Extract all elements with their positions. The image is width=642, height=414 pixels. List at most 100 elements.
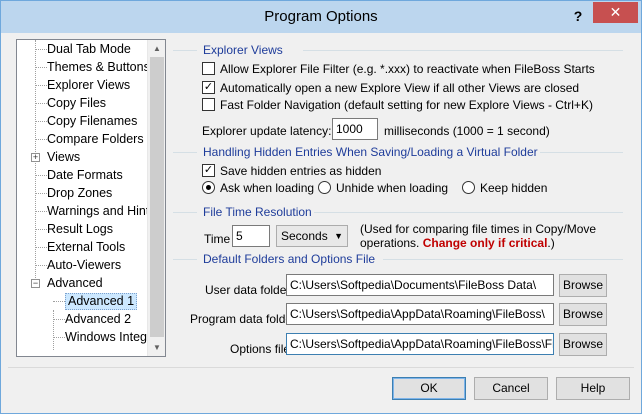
section-default-folders: Default Folders and Options File xyxy=(173,252,623,266)
tree-connector xyxy=(35,193,47,194)
window-title: Program Options xyxy=(264,8,378,25)
unhide-loading-radio[interactable] xyxy=(318,181,331,194)
tree-connector xyxy=(53,310,54,350)
fast-nav-label[interactable]: Fast Folder Navigation (default setting … xyxy=(220,97,593,113)
section-rule xyxy=(173,50,197,51)
auto-open-label[interactable]: Automatically open a new Explore View if… xyxy=(220,80,579,96)
tree-item-views[interactable]: Views xyxy=(47,149,80,166)
program-options-window: Program Options ? ✕ Dual Tab Mode Themes… xyxy=(0,0,642,414)
section-rule xyxy=(301,212,623,213)
tree-item-explorer-views[interactable]: Explorer Views xyxy=(47,77,130,94)
section-file-time: File Time Resolution xyxy=(173,205,623,219)
allow-filter-label[interactable]: Allow Explorer File Filter (e.g. *.xxx) … xyxy=(220,61,595,77)
bottom-separator xyxy=(8,367,634,368)
user-folder-label: User data folder xyxy=(205,283,291,297)
tree-connector xyxy=(35,139,47,140)
program-folder-browse-button[interactable]: Browse xyxy=(559,303,607,326)
help-icon[interactable]: ? xyxy=(569,7,587,25)
section-title: Explorer Views xyxy=(201,43,285,57)
time-input[interactable]: 5 xyxy=(232,225,270,247)
tree-connector xyxy=(35,67,47,68)
section-hidden-entries: Handling Hidden Entries When Saving/Load… xyxy=(173,145,623,159)
close-icon[interactable]: ✕ xyxy=(593,2,638,23)
program-folder-input[interactable]: C:\Users\Softpedia\AppData\Roaming\FileB… xyxy=(286,303,554,325)
ask-loading-label[interactable]: Ask when loading xyxy=(220,180,314,196)
tree-connector xyxy=(35,247,47,248)
expand-icon[interactable]: + xyxy=(31,153,40,162)
time-unit-value: Seconds xyxy=(281,229,328,243)
keep-hidden-label[interactable]: Keep hidden xyxy=(480,180,547,196)
time-label: Time xyxy=(204,232,231,246)
tree-item-drop-zones[interactable]: Drop Zones xyxy=(47,185,112,202)
cancel-button[interactable]: Cancel xyxy=(474,377,548,400)
tree-connector xyxy=(53,337,65,338)
title-bar[interactable]: Program Options ? ✕ xyxy=(1,1,641,33)
user-folder-input[interactable]: C:\Users\Softpedia\Documents\FileBoss Da… xyxy=(286,274,554,296)
ask-loading-radio[interactable] xyxy=(202,181,215,194)
time-note-line2: operations. Change only if critical.) xyxy=(360,235,555,251)
tree-item-date-formats[interactable]: Date Formats xyxy=(47,167,123,184)
section-rule xyxy=(173,212,197,213)
tree-item-windows-integration[interactable]: Windows Integr xyxy=(65,329,151,346)
tree-connector xyxy=(35,49,47,50)
save-hidden-checkbox[interactable]: ✓ xyxy=(202,164,215,177)
tree-connector xyxy=(35,211,47,212)
tree-item-advanced[interactable]: Advanced xyxy=(47,275,103,292)
user-folder-browse-button[interactable]: Browse xyxy=(559,274,607,297)
tree-item-themes-buttons[interactable]: Themes & Buttons xyxy=(47,59,150,76)
section-rule xyxy=(383,259,623,260)
tree-item-external-tools[interactable]: External Tools xyxy=(47,239,125,256)
collapse-icon[interactable]: − xyxy=(31,279,40,288)
unhide-loading-label[interactable]: Unhide when loading xyxy=(336,180,448,196)
ok-button[interactable]: OK xyxy=(392,377,466,400)
time-note-warning: Change only if critical xyxy=(422,236,548,250)
tree-item-auto-viewers[interactable]: Auto-Viewers xyxy=(47,257,121,274)
options-file-label: Options file xyxy=(230,342,291,356)
tree-item-compare-folders[interactable]: Compare Folders xyxy=(47,131,144,148)
tree-connector xyxy=(53,319,65,320)
tree-connector xyxy=(35,229,47,230)
tree-connector xyxy=(53,301,65,302)
radio-selected-dot xyxy=(206,185,211,190)
time-unit-select[interactable]: Seconds ▼ xyxy=(276,225,348,247)
time-note-end: .) xyxy=(547,236,555,250)
options-tree[interactable]: Dual Tab Mode Themes & Buttons Explorer … xyxy=(16,39,166,357)
tree-item-advanced-2[interactable]: Advanced 2 xyxy=(65,311,131,328)
tree-connector xyxy=(35,265,47,266)
section-title: File Time Resolution xyxy=(201,205,314,219)
tree-connector xyxy=(35,85,47,86)
latency-label: Explorer update latency: xyxy=(202,124,332,138)
tree-connector xyxy=(35,175,47,176)
tree-item-result-logs[interactable]: Result Logs xyxy=(47,221,113,238)
section-explorer-views: Explorer Views xyxy=(173,43,623,57)
latency-suffix: milliseconds (1000 = 1 second) xyxy=(384,124,550,138)
fast-nav-checkbox[interactable] xyxy=(202,98,215,111)
time-note-text: operations. xyxy=(360,236,420,250)
help-button[interactable]: Help xyxy=(556,377,630,400)
tree-item-warnings-hints[interactable]: Warnings and Hint xyxy=(47,203,149,220)
latency-input[interactable]: 1000 xyxy=(332,118,378,140)
keep-hidden-radio[interactable] xyxy=(462,181,475,194)
section-title: Handling Hidden Entries When Saving/Load… xyxy=(201,145,540,159)
tree-item-copy-files[interactable]: Copy Files xyxy=(47,95,106,112)
tree-scrollbar[interactable]: ▲ ▼ xyxy=(147,40,165,356)
options-file-browse-button[interactable]: Browse xyxy=(559,333,607,356)
section-rule xyxy=(173,259,197,260)
dialog-client: Dual Tab Mode Themes & Buttons Explorer … xyxy=(8,33,634,407)
chevron-down-icon: ▼ xyxy=(334,231,343,241)
tree-item-copy-filenames[interactable]: Copy Filenames xyxy=(47,113,137,130)
options-file-input[interactable]: C:\Users\Softpedia\AppData\Roaming\FileB… xyxy=(286,333,554,355)
allow-filter-checkbox[interactable] xyxy=(202,62,215,75)
scroll-down-icon[interactable]: ▼ xyxy=(148,339,165,356)
section-title: Default Folders and Options File xyxy=(201,252,378,266)
tree-item-advanced-1[interactable]: Advanced 1 xyxy=(65,293,138,310)
tree-items: Dual Tab Mode Themes & Buttons Explorer … xyxy=(17,40,151,356)
tree-item-dual-tab-mode[interactable]: Dual Tab Mode xyxy=(47,41,131,58)
auto-open-checkbox[interactable]: ✓ xyxy=(202,81,215,94)
tree-connector xyxy=(35,103,47,104)
tree-connector xyxy=(35,121,47,122)
program-folder-label: Program data folder xyxy=(190,312,297,326)
save-hidden-label[interactable]: Save hidden entries as hidden xyxy=(220,163,381,179)
scroll-thumb[interactable] xyxy=(150,57,164,337)
scroll-up-icon[interactable]: ▲ xyxy=(148,40,165,57)
